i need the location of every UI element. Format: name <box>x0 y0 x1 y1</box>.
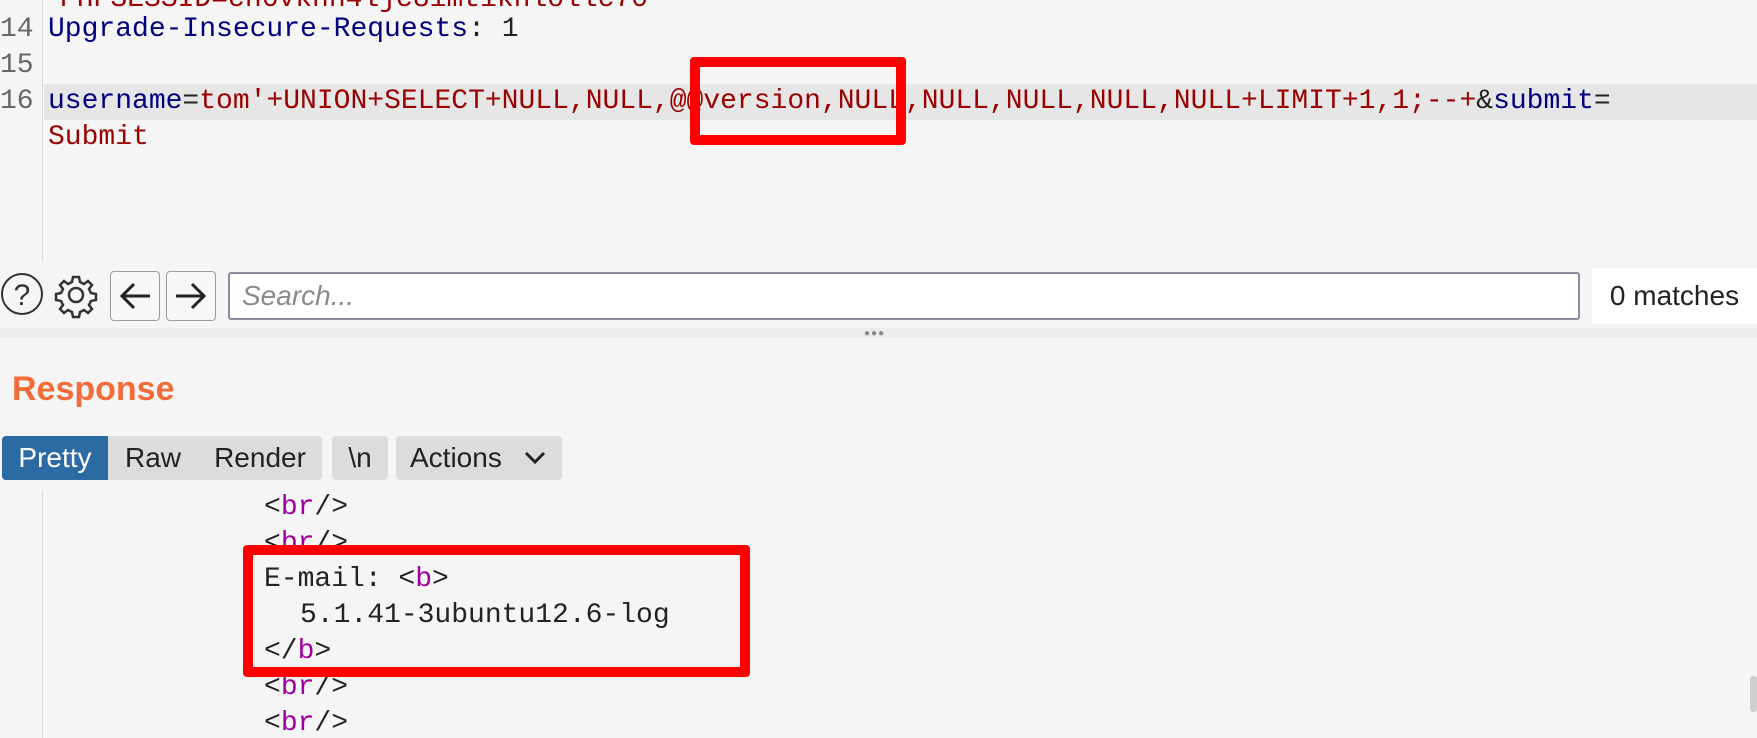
chevron-down-icon <box>524 451 546 465</box>
search-input[interactable] <box>228 272 1580 320</box>
actions-label[interactable]: Actions <box>410 436 520 480</box>
arrow-left-icon <box>119 282 150 310</box>
arrow-right-icon <box>176 282 207 310</box>
param-ampersand: & <box>1476 86 1494 117</box>
view-tabgroup: Pretty Raw Render <box>2 436 322 480</box>
db-version: 5.1.41-3ubuntu12.6-log <box>300 600 670 631</box>
vertical-scrollbar[interactable] <box>1750 676 1757 712</box>
request-editor[interactable]: PHPSESSID=cn6vknh4ljc8imtiknlollc70 14 U… <box>0 0 1757 262</box>
header-value: 1 <box>501 14 519 45</box>
gear-icon[interactable] <box>52 271 100 319</box>
payload-part-2: NULL,NULL,NULL,NULL,NULL+LIMIT+1,1;--+ <box>837 86 1477 117</box>
line-number: 15 <box>0 50 34 81</box>
response-line: </b> <box>264 636 332 667</box>
header-name: Upgrade-Insecure-Requests <box>48 14 469 45</box>
payload-part-1: tom'+UNION+SELECT+NULL,NULL, <box>199 86 670 117</box>
param-equals: = <box>1593 86 1611 117</box>
param-equals: = <box>182 86 200 117</box>
response-line: <br/> <box>264 492 349 523</box>
tab-render[interactable]: Render <box>200 436 320 480</box>
tab-pretty[interactable]: Pretty <box>2 436 108 480</box>
tab-newline[interactable]: \n <box>332 436 388 480</box>
response-title: Response <box>12 370 175 408</box>
response-line-version: 5.1.41-3ubuntu12.6-log <box>300 598 670 634</box>
splitter-grip-icon[interactable]: ●●● <box>864 329 885 339</box>
line-number: 14 <box>0 14 34 45</box>
response-line: <br/> <box>264 708 349 738</box>
response-line: <br/> <box>264 672 349 703</box>
response-editor[interactable]: <br/> <br/> E-mail: <b> 5.1.41-3ubuntu12… <box>0 490 1757 738</box>
response-line: <br/> <box>264 528 349 559</box>
line-number: 16 <box>0 86 34 117</box>
match-count: 0 matches <box>1592 268 1757 324</box>
response-line-email: E-mail: <b> <box>264 564 449 595</box>
previous-match-button[interactable] <box>110 271 160 321</box>
header-separator: : <box>468 14 502 45</box>
newline-toggle: \n <box>332 436 388 480</box>
param-username: username <box>48 86 183 117</box>
search-bar: ? 0 matches <box>0 268 1757 328</box>
actions-dropdown[interactable]: Actions <box>396 436 562 480</box>
payload-version: @@version, <box>669 86 838 117</box>
gutter-divider <box>42 490 43 738</box>
email-label: E-mail: <box>264 564 399 595</box>
gutter-divider <box>42 0 43 262</box>
param-submit: submit <box>1493 86 1594 117</box>
help-icon[interactable]: ? <box>1 273 43 315</box>
submit-value: Submit <box>48 122 149 153</box>
tab-raw[interactable]: Raw <box>108 436 198 480</box>
next-match-button[interactable] <box>166 271 216 321</box>
